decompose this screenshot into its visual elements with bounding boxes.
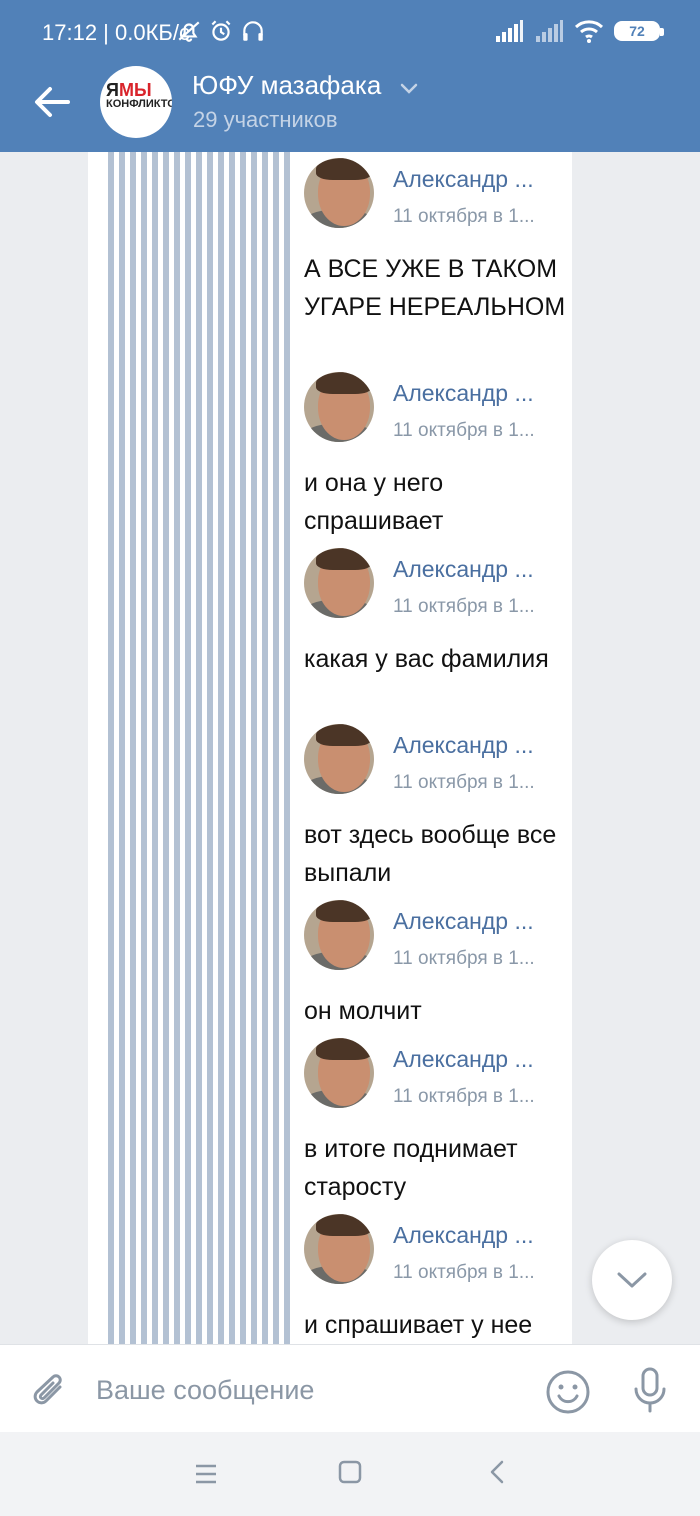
- message-date: 11 октября в 1...: [393, 772, 535, 793]
- message-text: какая у вас фамилия: [304, 645, 549, 673]
- menu-icon[interactable]: [192, 1460, 220, 1488]
- back-chevron-icon[interactable]: [484, 1458, 512, 1486]
- system-nav-bar: [0, 1432, 700, 1516]
- chat-avatar[interactable]: Я МЫ КОНФЛИКТО: [100, 66, 172, 138]
- signal-icon: [536, 20, 563, 42]
- battery-icon: 72: [614, 21, 664, 41]
- chat-members-count[interactable]: 29 участников: [193, 107, 338, 133]
- message-text: он молчит: [304, 997, 422, 1025]
- sender-name[interactable]: Александр ...: [393, 1222, 534, 1249]
- headphones-icon: [243, 21, 263, 41]
- message-date: 11 октября в 1...: [393, 596, 535, 617]
- message-date: 11 октября в 1...: [393, 948, 535, 969]
- message-date: 11 октября в 1...: [393, 1262, 535, 1283]
- avatar-logo-text: КОНФЛИКТО: [106, 98, 172, 110]
- message-text: в итоге поднимает старосту: [304, 1135, 518, 1201]
- signal-icon: [496, 20, 523, 42]
- message-text: и спрашивает у нее: [304, 1311, 533, 1339]
- message-composer: [0, 1344, 700, 1432]
- status-bar: 17:12 | 0.0КБ/с 72: [0, 0, 700, 66]
- microphone-icon[interactable]: [630, 1365, 670, 1415]
- message-input[interactable]: [96, 1367, 516, 1413]
- avatar[interactable]: [304, 158, 374, 228]
- chevron-down-icon[interactable]: [400, 82, 418, 94]
- sender-name[interactable]: Александр ...: [393, 166, 534, 193]
- message-text: А ВСЕ УЖЕ В ТАКОМ УГАРЕ НЕРЕАЛЬНОМ: [304, 255, 566, 321]
- message-text: вот здесь вообще все выпали: [304, 821, 557, 887]
- avatar[interactable]: [304, 1214, 374, 1284]
- back-arrow-icon[interactable]: [32, 84, 72, 120]
- chat-header: 17:12 | 0.0КБ/с 72 Я МЫ КОНФЛИКТО ЮФУ ма…: [0, 0, 700, 152]
- wifi-icon: [574, 20, 604, 43]
- chevron-down-icon: [617, 1272, 647, 1288]
- avatar[interactable]: [304, 724, 374, 794]
- chat-title[interactable]: ЮФУ мазафака: [192, 70, 381, 101]
- sender-name[interactable]: Александр ...: [393, 1046, 534, 1073]
- message-text: и она у него спрашивает: [304, 469, 444, 535]
- bell-off-icon: [178, 21, 200, 42]
- sender-name[interactable]: Александр ...: [393, 380, 534, 407]
- striped-column: [108, 152, 290, 1344]
- message-date: 11 октября в 1...: [393, 420, 535, 441]
- avatar[interactable]: [304, 548, 374, 618]
- message-date: 11 октября в 1...: [393, 206, 535, 227]
- avatar[interactable]: [304, 1038, 374, 1108]
- sender-name[interactable]: Александр ...: [393, 556, 534, 583]
- paperclip-icon[interactable]: [30, 1369, 70, 1413]
- emoji-icon[interactable]: [545, 1369, 591, 1415]
- sender-name[interactable]: Александр ...: [393, 908, 534, 935]
- message-date: 11 октября в 1...: [393, 1086, 535, 1107]
- scroll-down-button[interactable]: [592, 1240, 672, 1320]
- home-square-icon[interactable]: [336, 1458, 364, 1486]
- avatar[interactable]: [304, 372, 374, 442]
- sender-name[interactable]: Александр ...: [393, 732, 534, 759]
- avatar[interactable]: [304, 900, 374, 970]
- alarm-icon: [211, 20, 231, 41]
- status-time: 17:12 | 0.0КБ/с: [42, 20, 190, 45]
- screenshot-attachment[interactable]: Александр ... 11 октября в 1... А ВСЕ УЖ…: [88, 152, 572, 1344]
